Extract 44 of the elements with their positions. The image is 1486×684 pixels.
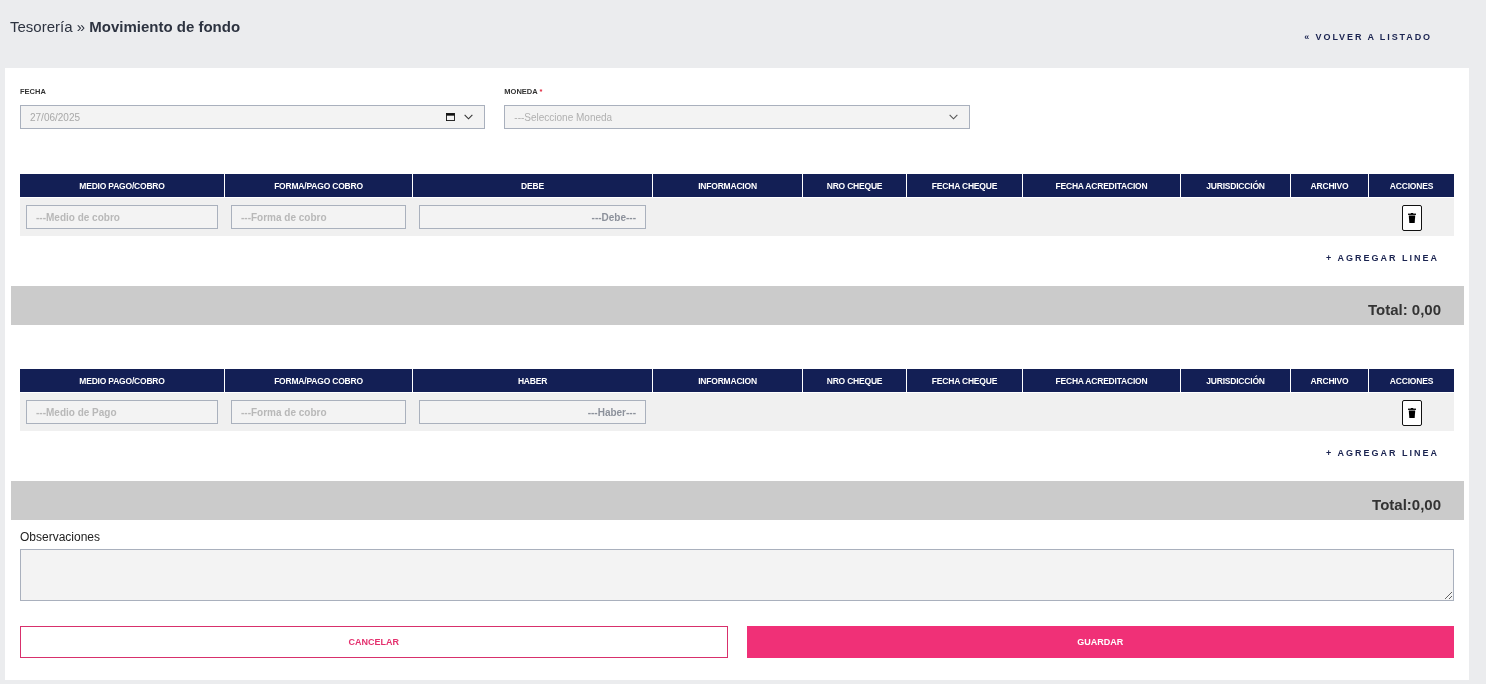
total-amount: Total:0,00 <box>1372 496 1441 514</box>
trash-icon <box>1407 408 1416 418</box>
column-header: NRO CHEQUE <box>803 174 906 197</box>
input-field[interactable]: ---Medio de cobro <box>26 205 218 229</box>
chevron-down-icon <box>464 114 474 120</box>
save-button[interactable]: GUARDAR <box>746 626 1454 658</box>
chevron-down-icon <box>948 114 958 120</box>
column-header: DEBE <box>413 174 652 197</box>
add-line-link[interactable]: + AGREGAR LINEA <box>1326 448 1439 459</box>
column-header: FORMA/PAGO COBRO <box>225 369 412 392</box>
column-header: MEDIO PAGO/COBRO <box>20 174 224 197</box>
column-header: MEDIO PAGO/COBRO <box>20 369 224 392</box>
back-link[interactable]: « VOLVER A LISTADO <box>1304 32 1432 43</box>
column-header: ACCIONES <box>1369 174 1454 197</box>
column-header: ACCIONES <box>1369 369 1454 392</box>
input-field[interactable]: ---Forma de cobro <box>231 400 406 424</box>
column-header: NRO CHEQUE <box>803 369 906 392</box>
column-header: INFORMACION <box>653 369 802 392</box>
cancel-button[interactable]: CANCELAR <box>20 626 728 658</box>
column-header: FECHA CHEQUE <box>907 174 1022 197</box>
input-field[interactable]: ---Forma de cobro <box>231 205 406 229</box>
amount-field[interactable]: ---Debe--- <box>419 205 646 229</box>
trash-icon <box>1407 213 1416 223</box>
total-amount: Total: 0,00 <box>1367 301 1441 319</box>
amount-field[interactable]: ---Haber--- <box>419 400 646 424</box>
input-field[interactable]: ---Medio de Pago <box>26 400 218 424</box>
column-header: FECHA CHEQUE <box>907 369 1022 392</box>
column-header: JURISDICCIÓN <box>1181 369 1290 392</box>
column-header: JURISDICCIÓN <box>1181 174 1290 197</box>
column-header: FORMA/PAGO COBRO <box>225 174 412 197</box>
calendar-icon <box>446 113 456 121</box>
page-title: Tesorería » Movimiento de fondo <box>10 18 241 36</box>
notes-field[interactable] <box>20 549 1454 601</box>
column-header: FECHA ACREDITACION <box>1023 174 1180 197</box>
delete-button[interactable] <box>1401 400 1422 426</box>
column-header: ARCHIVO <box>1291 174 1368 197</box>
column-header: FECHA ACREDITACION <box>1023 369 1180 392</box>
column-header: INFORMACION <box>653 174 802 197</box>
delete-button[interactable] <box>1401 205 1422 231</box>
column-header: ARCHIVO <box>1291 369 1368 392</box>
notes-label: Observaciones <box>20 530 101 545</box>
add-line-link[interactable]: + AGREGAR LINEA <box>1326 253 1439 264</box>
column-header: HABER <box>413 369 652 392</box>
date-field[interactable]: 27/06/2025 <box>20 105 486 129</box>
